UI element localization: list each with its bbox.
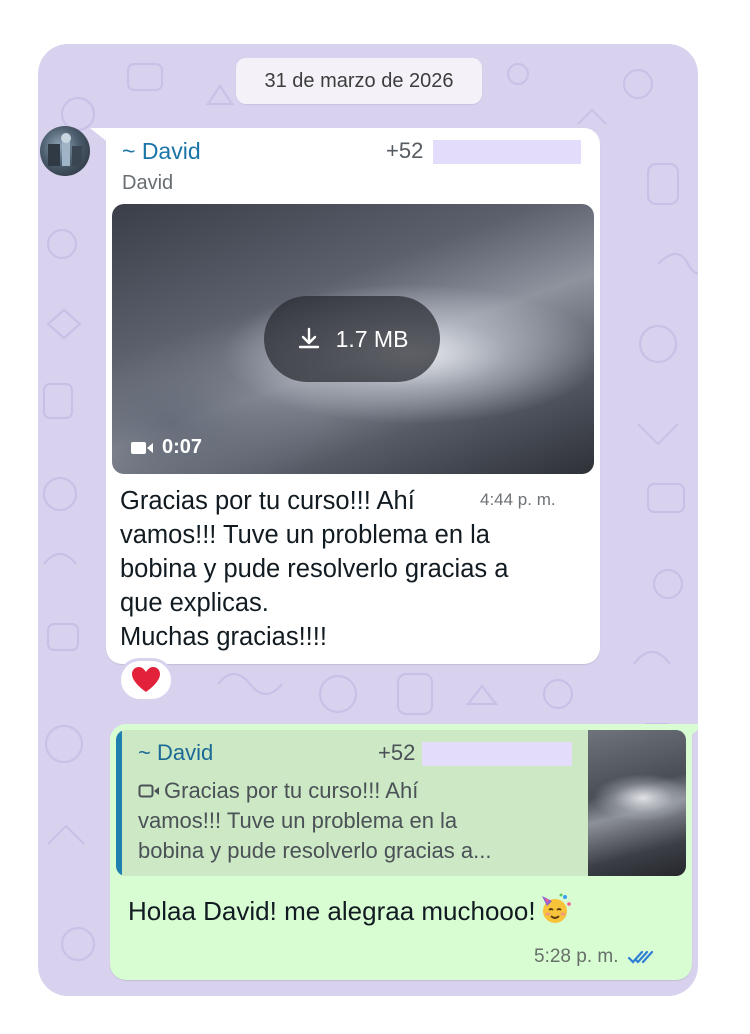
double-check-read-icon [627, 949, 655, 965]
quote-line: bobina y pude resolverlo gracias a... [138, 838, 492, 863]
sender-phone: +52 [386, 138, 424, 163]
chat-window: 31 de marzo de 2026 ~ David +52 David 1.… [38, 44, 698, 996]
sender-avatar[interactable] [40, 126, 90, 176]
outgoing-message-time: 5:28 p. m. [534, 946, 619, 967]
profile-photo-icon [48, 133, 82, 166]
message-line: bobina y pude resolverlo gracias a [120, 555, 509, 583]
quote-line-text: Gracias por tu curso!!! Ahí [164, 778, 419, 803]
quote-text: Gracias por tu curso!!! Ahí vamos!!! Tuv… [138, 776, 578, 866]
quote-sender-name: ~ David [138, 740, 214, 765]
incoming-message-bubble[interactable]: ~ David +52 David 1.7 MB 0:07 Gracias po… [106, 128, 600, 664]
outgoing-message-meta: 5:28 p. m. [534, 946, 655, 968]
video-size: 1.7 MB [335, 325, 409, 352]
quote-line: vamos!!! Tuve un problema en la [138, 808, 458, 833]
quote-sender-phone: +52 [378, 740, 416, 765]
outgoing-message-bubble[interactable]: ~ David +52 Gracias por tu curso!!! Ahí … [110, 724, 692, 980]
sender-subtitle: David [122, 172, 174, 194]
outgoing-message-text: Holaa David! me alegraa muchooo! [128, 892, 572, 927]
quoted-message[interactable]: ~ David +52 Gracias por tu curso!!! Ahí … [116, 730, 686, 876]
quote-accent-bar [116, 730, 122, 876]
reply-text: Holaa David! me alegraa muchooo! [128, 896, 536, 926]
download-icon [296, 326, 322, 352]
video-thumbnail[interactable]: 1.7 MB 0:07 [112, 204, 594, 474]
partying-face-icon [538, 892, 572, 926]
video-duration: 0:07 [162, 436, 203, 458]
video-duration-label: 0:07 [130, 436, 202, 459]
date-divider: 31 de marzo de 2026 [236, 58, 482, 104]
incoming-message-time: 4:44 p. m. [480, 490, 556, 509]
message-line: que explicas. [120, 589, 269, 617]
phone-redaction [433, 140, 581, 164]
quote-video-thumbnail [588, 730, 686, 876]
video-camera-icon [138, 782, 160, 800]
download-button[interactable]: 1.7 MB [264, 296, 440, 382]
sender-name[interactable]: ~ David [122, 138, 201, 165]
video-camera-icon [130, 439, 154, 457]
heart-icon [132, 667, 160, 692]
phone-redaction [422, 742, 572, 766]
reaction-badge[interactable] [118, 658, 174, 702]
message-line: vamos!!! Tuve un problema en la [120, 521, 490, 549]
message-line: Muchas gracias!!!! [120, 623, 327, 651]
quote-line: Gracias por tu curso!!! Ahí [138, 776, 578, 806]
